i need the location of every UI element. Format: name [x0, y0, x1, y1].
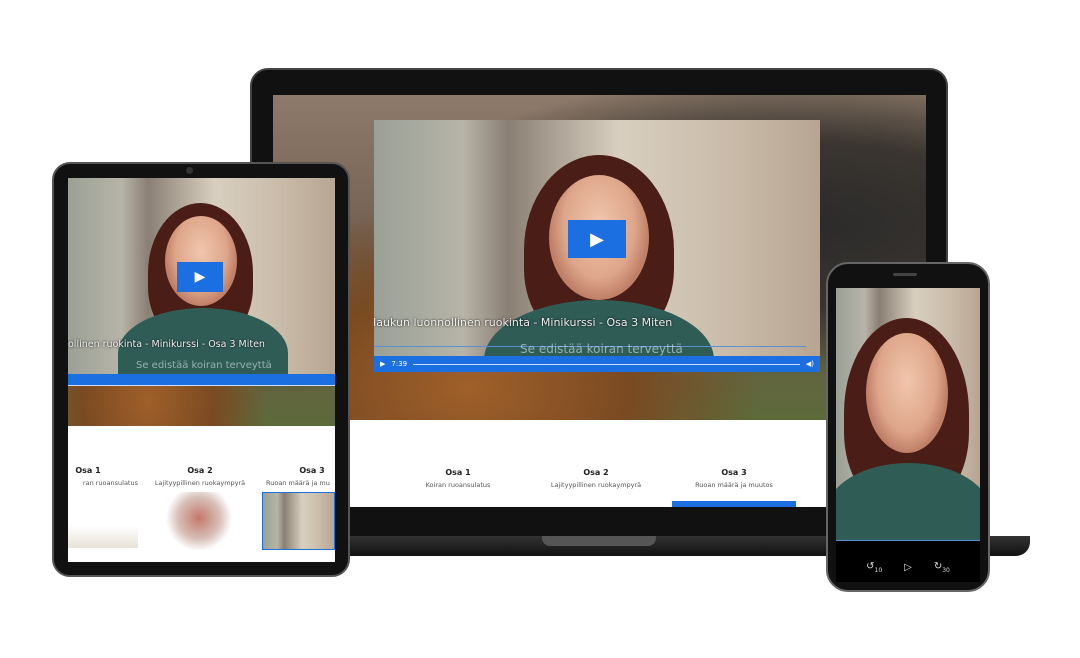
play-icon[interactable]: ▷	[904, 562, 912, 573]
lesson-card[interactable]: Osa 3 Ruoan määrä ja muutos	[669, 468, 799, 489]
play-icon[interactable]: ▶	[380, 360, 385, 368]
lesson-card[interactable]: Osa 3 Ruoan määrä ja mu	[262, 466, 335, 487]
video-player[interactable]	[836, 288, 980, 540]
lesson-thumbnail[interactable]	[262, 492, 335, 550]
lesson-thumbnail[interactable]	[148, 492, 250, 550]
video-player[interactable]: ▶ Haukun luonnollinen ruokinta - Minikur…	[374, 120, 820, 372]
tablet-camera	[186, 167, 193, 174]
rewind-icon[interactable]: ↺10	[866, 561, 882, 574]
volume-icon[interactable]: ◀)	[806, 360, 814, 368]
play-button[interactable]: ▶	[568, 220, 626, 258]
lesson-thumbnail[interactable]	[68, 492, 138, 548]
subtitle: Se edistää koiran terveyttä	[136, 360, 272, 371]
phone-controls: ↺10 ▷ ↻30	[836, 556, 980, 578]
phone-screen: ↺10 ▷ ↻30	[836, 288, 980, 582]
tablet-screen: ▶ ollinen ruokinta - Minikurssi - Osa 3 …	[68, 178, 335, 562]
video-title: ollinen ruokinta - Minikurssi - Osa 3 Mi…	[68, 339, 265, 350]
play-icon: ▶	[194, 269, 206, 285]
seek-bar[interactable]	[413, 363, 800, 365]
time-display: 7:39	[391, 360, 408, 368]
subtitle: Se edistää koiran terveyttä	[520, 342, 683, 356]
lesson-card[interactable]: Osa 2 Lajityypillinen ruokaympyrä	[531, 468, 661, 489]
lesson-card[interactable]: Osa 1 Koiran ruoansulatus	[393, 468, 523, 489]
lesson-card[interactable]: Osa 1 ran ruoansulatus	[68, 466, 138, 487]
forward-icon[interactable]: ↻30	[934, 561, 950, 574]
control-bar: ▶ 7:39 ◀)	[374, 356, 820, 372]
video-title: Haukun luonnollinen ruokinta - Minikurss…	[374, 316, 673, 329]
lesson-card[interactable]: Osa 2 Lajityypillinen ruokaympyrä	[150, 466, 250, 487]
phone-speaker	[893, 273, 917, 276]
progress-track[interactable]	[836, 540, 980, 541]
laptop-notch	[542, 536, 656, 546]
video-player[interactable]: ▶ ollinen ruokinta - Minikurssi - Osa 3 …	[68, 178, 335, 374]
play-button[interactable]: ▶	[177, 262, 223, 292]
play-icon: ▶	[590, 228, 604, 250]
control-bar[interactable]	[68, 374, 335, 386]
